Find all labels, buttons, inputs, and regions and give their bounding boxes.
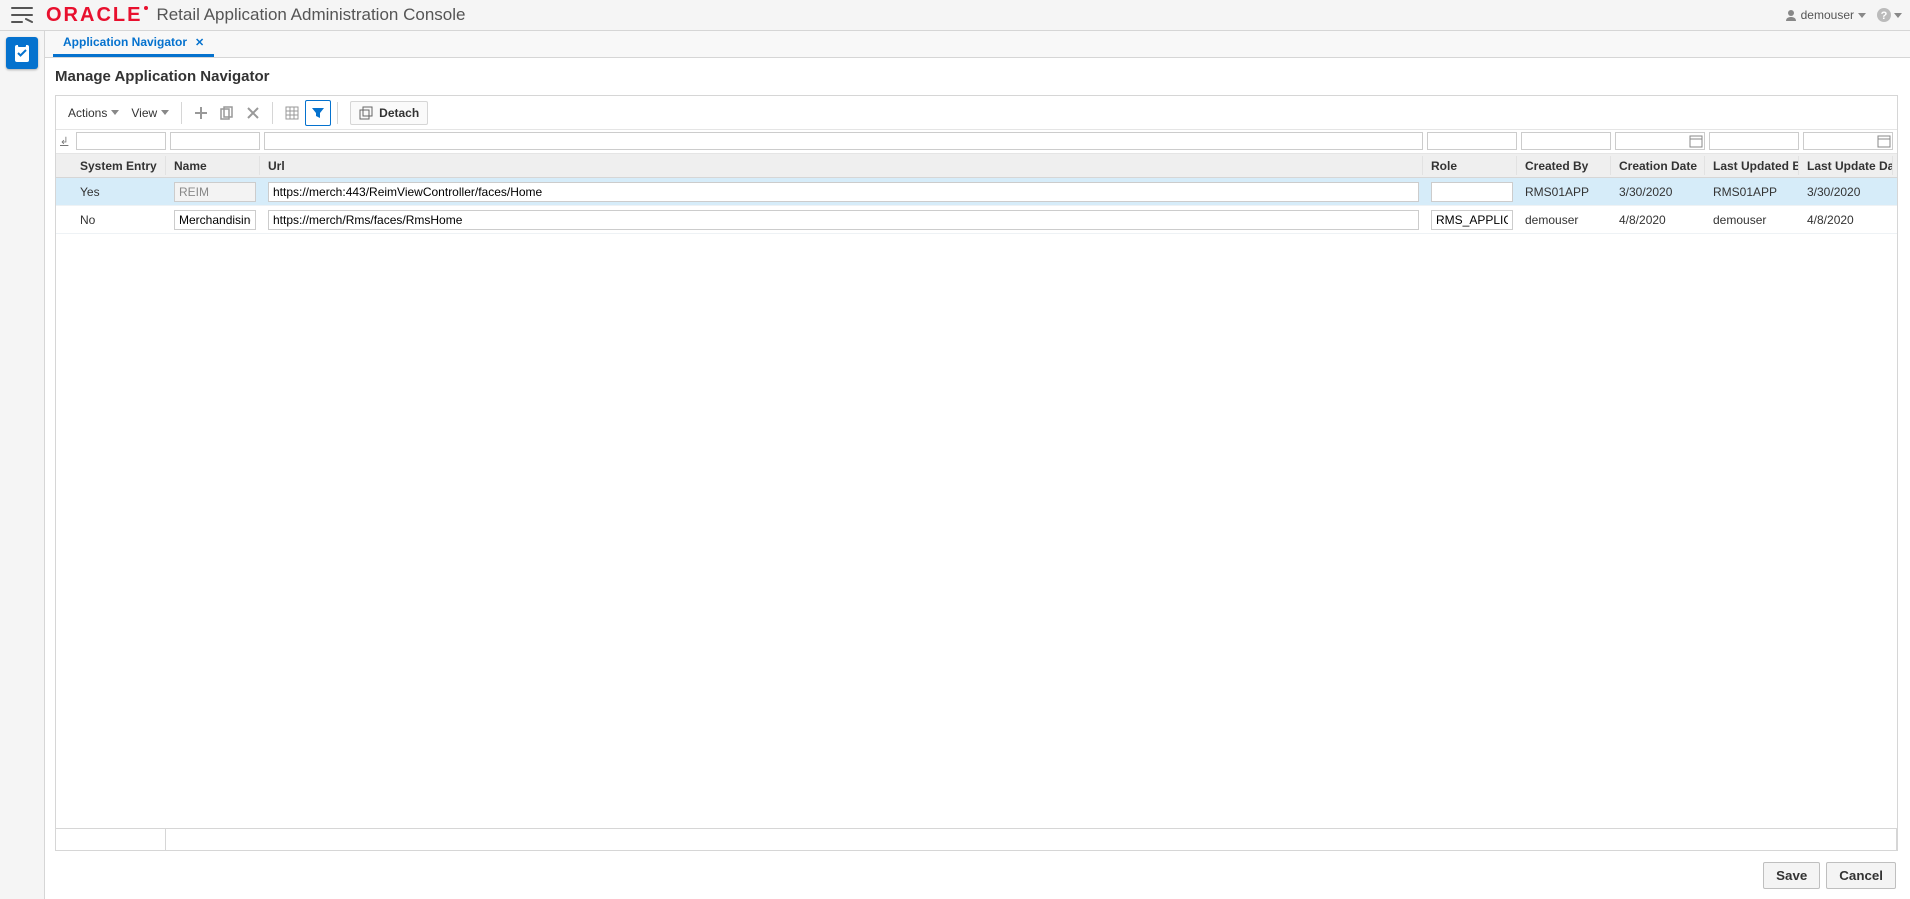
actions-label: Actions [68,106,107,120]
filter-last-update-date[interactable] [1803,132,1893,150]
cell-name-input[interactable] [174,210,256,230]
data-panel: Actions View [55,95,1898,851]
cell-created-by: RMS01APP [1521,180,1611,203]
filter-url[interactable] [264,132,1423,150]
svg-text:?: ? [1881,10,1888,22]
user-icon [1785,9,1797,21]
tab-application-navigator[interactable]: Application Navigator ✕ [53,30,214,57]
cell-role-input[interactable] [1431,182,1513,202]
filter-name[interactable] [170,132,260,150]
delete-button[interactable] [240,100,266,126]
col-creation-date[interactable]: Creation Date [1615,156,1705,175]
col-url[interactable]: Url [264,156,1423,175]
filter-icon [311,106,325,120]
cell-last-update-date: 3/30/2020 [1803,180,1893,203]
cell-created-by: demouser [1521,208,1611,231]
cell-url-input[interactable] [268,210,1419,230]
detach-button[interactable]: Detach [350,101,428,125]
brand-logo: ORACLE [46,4,148,27]
chevron-down-icon [1894,13,1902,18]
table-body: Yes RMS01APP 3/30/2020 RMS01APP 3/30/202… [56,178,1897,828]
close-icon[interactable]: ✕ [195,36,204,49]
filter-system-entry[interactable] [76,132,166,150]
filter-creation-date[interactable] [1615,132,1705,150]
actions-menu[interactable]: Actions [62,102,125,124]
filter-button[interactable] [305,100,331,126]
sidebar-item-clipboard[interactable] [6,37,38,69]
grid-button[interactable] [279,100,305,126]
cell-system-entry: Yes [76,180,166,203]
cell-role-input[interactable] [1431,210,1513,230]
cell-url-input[interactable] [268,182,1419,202]
user-name: demouser [1801,8,1854,22]
col-name[interactable]: Name [170,156,260,175]
user-menu[interactable]: demouser [1785,8,1866,22]
table-row[interactable]: No demouser 4/8/2020 demouser 4/8/2020 [56,206,1897,234]
filter-indicator: ↲ [60,136,70,147]
global-header: ORACLE Retail Application Administration… [0,0,1910,31]
table-toolbar: Actions View [56,96,1897,130]
plus-icon [194,106,208,120]
cell-last-update-date: 4/8/2020 [1803,208,1893,231]
save-button[interactable]: Save [1763,862,1820,889]
cell-creation-date: 3/30/2020 [1615,180,1705,203]
filter-last-updated-by[interactable] [1709,132,1799,150]
chevron-down-icon [1858,13,1866,18]
grid-footer [56,828,1897,850]
cell-last-updated-by: RMS01APP [1709,180,1799,203]
duplicate-button[interactable] [214,100,240,126]
menu-icon[interactable] [8,1,36,29]
copy-icon [220,106,234,120]
table-row[interactable]: Yes RMS01APP 3/30/2020 RMS01APP 3/30/202… [56,178,1897,206]
tab-label: Application Navigator [63,35,187,49]
app-title: Retail Application Administration Consol… [156,5,465,25]
grid-icon [285,106,299,120]
add-button[interactable] [188,100,214,126]
detach-label: Detach [379,106,419,120]
detach-icon [359,106,373,120]
cell-last-updated-by: demouser [1709,208,1799,231]
clipboard-icon [13,43,31,63]
col-created-by[interactable]: Created By [1521,156,1611,175]
view-label: View [131,106,157,120]
filter-row: ↲ [56,130,1897,154]
x-icon [246,106,260,120]
view-menu[interactable]: View [125,102,175,124]
left-sidebar [0,31,45,899]
filter-created-by[interactable] [1521,132,1611,150]
tab-bar: Application Navigator ✕ [45,31,1910,58]
cell-name-input[interactable] [174,182,256,202]
col-role[interactable]: Role [1427,156,1517,175]
page-actions: Save Cancel [55,851,1898,891]
chevron-down-icon [111,110,119,115]
filter-role[interactable] [1427,132,1517,150]
cancel-button[interactable]: Cancel [1826,862,1896,889]
main-area: Application Navigator ✕ Manage Applicati… [45,31,1910,899]
cell-creation-date: 4/8/2020 [1615,208,1705,231]
help-icon: ? [1876,7,1892,23]
page-title: Manage Application Navigator [55,68,1898,85]
col-last-update-date[interactable]: Last Update Date [1803,156,1893,175]
help-menu[interactable]: ? [1876,7,1902,23]
cell-system-entry: No [76,208,166,231]
col-system-entry[interactable]: System Entry [76,156,166,175]
col-last-updated-by[interactable]: Last Updated By [1709,156,1799,175]
chevron-down-icon [161,110,169,115]
column-headers: System Entry Name Url Role Created By Cr… [56,154,1897,178]
